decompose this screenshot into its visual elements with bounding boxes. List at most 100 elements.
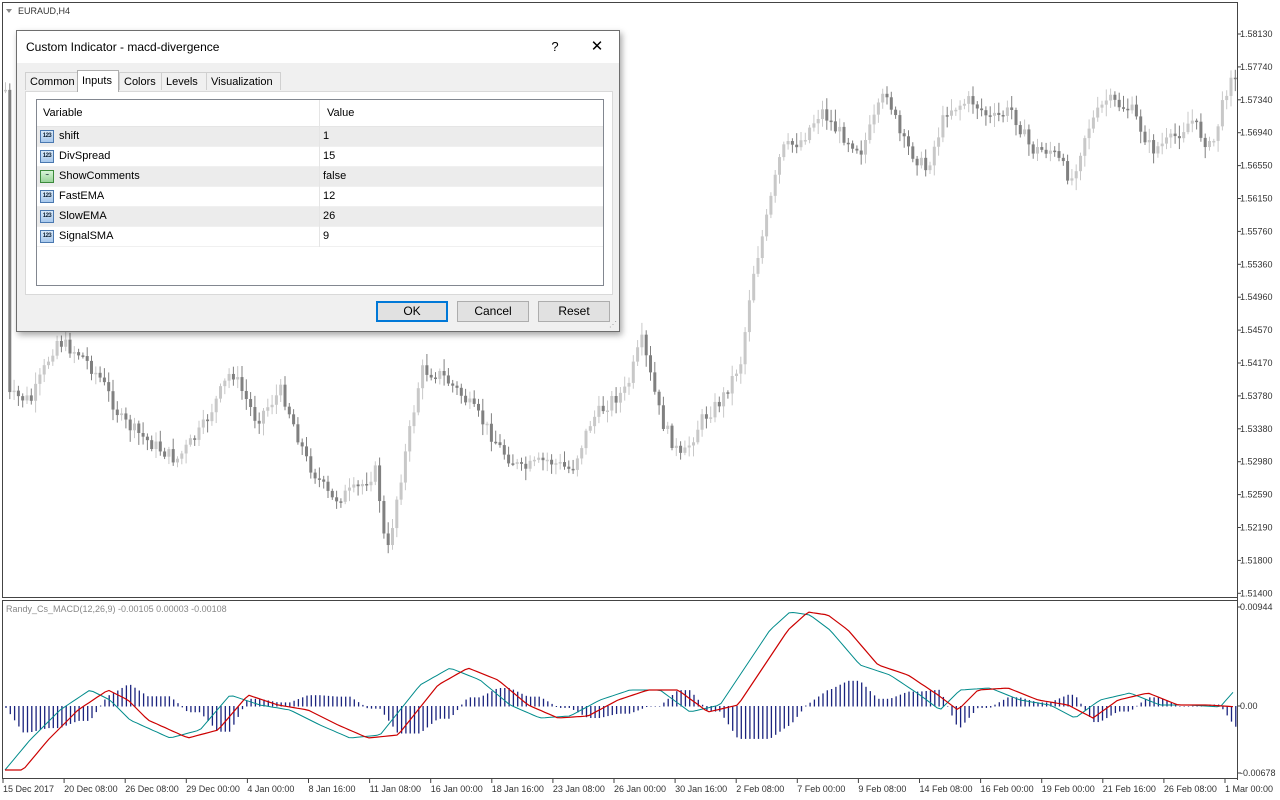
close-button[interactable]: ✕: [583, 33, 611, 61]
candle-body: [967, 96, 971, 104]
candle-body: [477, 403, 480, 411]
cancel-button[interactable]: Cancel: [457, 301, 529, 322]
date-tick-label: 7 Feb 00:00: [797, 784, 845, 794]
candle-body: [1018, 125, 1022, 135]
candle-body: [885, 93, 889, 98]
price-tick-label: 1.51800: [1240, 555, 1273, 565]
candle-body: [1156, 146, 1160, 154]
candle-body: [962, 103, 966, 106]
column-separator[interactable]: [319, 100, 320, 126]
help-button[interactable]: ?: [541, 33, 569, 61]
candle-body: [919, 157, 923, 166]
candle-body: [799, 140, 803, 148]
candle-body: [756, 258, 760, 274]
tab-visualization[interactable]: Visualization: [206, 72, 281, 90]
candle-body: [163, 451, 167, 457]
candle-body: [743, 332, 747, 365]
candle-body: [77, 352, 81, 356]
candle-body: [64, 339, 68, 347]
param-value[interactable]: false: [323, 170, 346, 182]
candle-body: [283, 384, 287, 407]
candle-body: [21, 396, 25, 401]
candle-body: [223, 380, 227, 387]
candle-body: [438, 370, 442, 379]
resize-grip-icon[interactable]: ⋰: [609, 321, 617, 329]
price-tick-label: 1.55360: [1240, 259, 1273, 269]
param-value[interactable]: 12: [323, 190, 335, 202]
param-row-fastema[interactable]: 123 FastEMA 12: [37, 187, 603, 207]
candle-body: [1216, 126, 1220, 141]
candle-body: [1208, 140, 1211, 148]
candle-body: [842, 126, 846, 143]
param-row-divspread[interactable]: 123 DivSpread 15: [37, 147, 603, 167]
candle-body: [730, 376, 734, 394]
column-variable[interactable]: Variable: [43, 107, 83, 119]
tab-common[interactable]: Common: [25, 72, 78, 90]
param-row-showcomments[interactable]: ~ ShowComments false: [37, 167, 603, 187]
candle-body: [158, 441, 162, 452]
candle-body: [399, 482, 403, 500]
candle-body: [386, 533, 390, 546]
dialog-titlebar[interactable]: Custom Indicator - macd-divergence ? ✕: [17, 31, 619, 63]
candle-body: [868, 124, 872, 140]
candle-body: [984, 110, 988, 116]
param-value[interactable]: 26: [323, 210, 335, 222]
candle-body: [692, 442, 695, 446]
candle-body: [1014, 109, 1018, 126]
param-row-slowema[interactable]: 123 SlowEMA 26: [37, 207, 603, 227]
column-value[interactable]: Value: [327, 107, 354, 119]
candle-body: [696, 429, 700, 443]
candle-body: [812, 123, 816, 128]
candle-body: [911, 146, 915, 159]
candle-body: [378, 465, 382, 502]
inputs-grid[interactable]: Variable Value 123 shift 1 123 DivSpread 15 ~ S…: [36, 99, 604, 286]
ok-button[interactable]: OK: [376, 301, 448, 322]
param-name: ShowComments: [59, 170, 140, 182]
candle-body: [829, 120, 833, 123]
param-row-shift[interactable]: 123 shift 1: [37, 127, 603, 147]
date-tick-label: 8 Jan 16:00: [309, 784, 356, 794]
cell-separator: [319, 227, 320, 247]
tab-inputs[interactable]: Inputs: [77, 70, 119, 92]
candle-body: [1173, 133, 1177, 137]
candle-body: [614, 396, 618, 403]
price-tick-label: 1.51400: [1240, 588, 1273, 598]
price-tick-label: 1.52190: [1240, 523, 1273, 533]
param-value[interactable]: 15: [323, 150, 335, 162]
candle-body: [825, 109, 829, 121]
candle-body: [167, 449, 171, 457]
date-tick-label: 14 Feb 08:00: [920, 784, 973, 794]
candle-body: [1070, 178, 1074, 181]
price-tick-label: 1.54960: [1240, 292, 1273, 302]
param-name: shift: [59, 130, 80, 142]
param-value[interactable]: 1: [323, 130, 329, 142]
candle-body: [330, 490, 334, 498]
param-row-signalsma[interactable]: 123 SignalSMA 9: [37, 227, 603, 247]
candle-body: [941, 115, 945, 138]
date-tick-label: 9 Feb 08:00: [858, 784, 906, 794]
candle-body: [1061, 157, 1065, 162]
candle-body: [90, 360, 93, 374]
candle-body: [657, 391, 661, 406]
candle-body: [722, 392, 726, 407]
candle-body: [317, 478, 321, 480]
candle-body: [1079, 155, 1082, 172]
candle-body: [610, 396, 614, 411]
candle-body: [679, 445, 683, 453]
tab-levels[interactable]: Levels: [161, 72, 207, 90]
candle-body: [1074, 171, 1078, 179]
candle-body: [81, 355, 85, 357]
candle-body: [489, 423, 493, 442]
candle-body: [171, 449, 175, 463]
candle-body: [408, 426, 412, 452]
reset-button[interactable]: Reset: [538, 301, 610, 322]
candle-body: [309, 456, 313, 473]
param-value[interactable]: 9: [323, 230, 329, 242]
candle-body: [1087, 128, 1091, 139]
tab-colors[interactable]: Colors: [119, 72, 162, 90]
date-tick-label: 18 Jan 16:00: [492, 784, 544, 794]
candle-body: [1160, 143, 1164, 147]
candle-body: [1010, 107, 1014, 110]
candle-body: [945, 115, 949, 117]
candle-body: [206, 419, 210, 422]
